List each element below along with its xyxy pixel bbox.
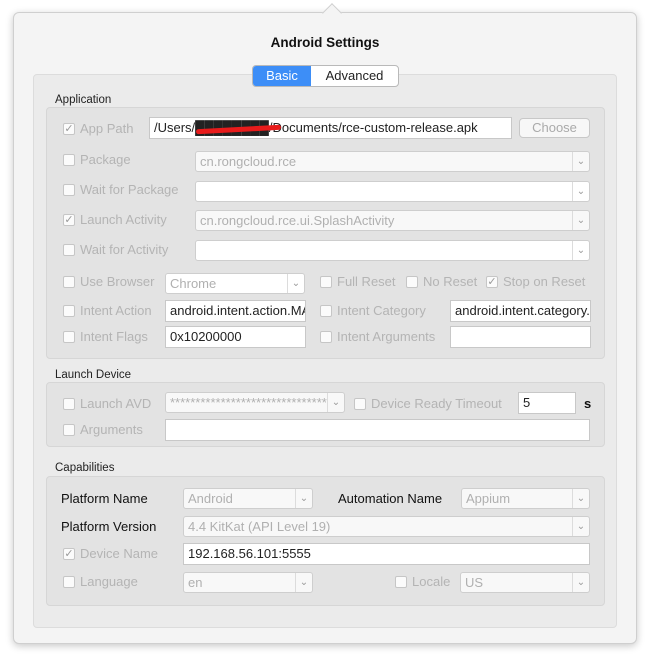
launch-activity-combo[interactable]: cn.rongcloud.rce.ui.SplashActivity ⌄ (195, 210, 590, 231)
wait-for-activity-combo[interactable]: ⌄ (195, 240, 590, 261)
intent-category-checkbox[interactable] (320, 305, 332, 317)
package-combo[interactable]: cn.rongcloud.rce ⌄ (195, 151, 590, 172)
platform-name-combo[interactable]: Android ⌄ (183, 488, 313, 509)
app-path-checkbox[interactable]: ✓ (63, 123, 75, 135)
arguments-checkbox[interactable] (63, 424, 75, 436)
intent-arguments-label: Intent Arguments (337, 329, 436, 344)
intent-flags-label: Intent Flags (80, 329, 148, 344)
device-ready-timeout-field[interactable]: 5 (518, 392, 576, 414)
automation-name-value: Appium (466, 491, 511, 506)
section-capabilities-label: Capabilities (55, 462, 115, 474)
chevron-down-icon: ⌄ (295, 573, 312, 592)
locale-label: Locale (412, 574, 451, 589)
popover-arrow (322, 3, 342, 23)
full-reset-checkbox[interactable] (320, 276, 332, 288)
intent-arguments-checkbox[interactable] (320, 331, 332, 343)
intent-flags-field[interactable]: 0x10200000 (165, 326, 306, 348)
intent-flags-checkbox[interactable] (63, 331, 75, 343)
platform-version-label: Platform Version (61, 519, 157, 534)
launch-avd-label: Launch AVD (80, 396, 152, 411)
stop-on-reset-checkbox[interactable]: ✓ (486, 276, 498, 288)
chevron-down-icon: ⌄ (572, 517, 589, 536)
app-path-label: App Path (80, 121, 134, 136)
use-browser-combo[interactable]: Chrome ⌄ (165, 273, 305, 294)
choose-button[interactable]: Choose (519, 118, 590, 138)
wait-for-package-checkbox[interactable] (63, 184, 75, 196)
android-settings-popover: Android Settings Basic Advanced Applicat… (13, 3, 637, 644)
automation-name-label: Automation Name (338, 491, 443, 506)
platform-name-value: Android (188, 491, 233, 506)
section-launch-device-label: Launch Device (55, 369, 132, 381)
language-value: en (188, 575, 203, 590)
no-reset-label: No Reset (423, 274, 478, 289)
device-name-label: Device Name (80, 546, 159, 561)
launch-activity-label: Launch Activity (80, 212, 167, 227)
arguments-field[interactable] (165, 419, 590, 441)
language-checkbox[interactable] (63, 576, 75, 588)
no-reset-checkbox[interactable] (406, 276, 418, 288)
chevron-down-icon: ⌄ (327, 393, 344, 412)
device-ready-timeout-label: Device Ready Timeout (371, 396, 502, 411)
timeout-unit-label: s (584, 396, 592, 411)
tab-advanced[interactable]: Advanced (311, 66, 398, 86)
locale-value: US (465, 575, 484, 590)
tab-bar: Basic Advanced (252, 65, 399, 87)
stop-on-reset-label: Stop on Reset (503, 274, 586, 289)
use-browser-checkbox[interactable] (63, 276, 75, 288)
platform-name-label: Platform Name (61, 491, 148, 506)
locale-checkbox[interactable] (395, 576, 407, 588)
chevron-down-icon: ⌄ (572, 573, 589, 592)
chevron-down-icon: ⌄ (572, 152, 589, 171)
automation-name-combo[interactable]: Appium ⌄ (461, 488, 590, 509)
chevron-down-icon: ⌄ (572, 241, 589, 260)
wait-for-package-combo[interactable]: ⌄ (195, 181, 590, 202)
device-ready-timeout-checkbox[interactable] (354, 398, 366, 410)
language-combo[interactable]: en ⌄ (183, 572, 313, 593)
platform-version-value: 4.4 KitKat (API Level 19) (188, 519, 331, 534)
tab-basic[interactable]: Basic (253, 66, 311, 86)
launch-activity-value: cn.rongcloud.rce.ui.SplashActivity (200, 213, 395, 228)
intent-action-field[interactable]: android.intent.action.MAIN (165, 300, 306, 322)
launch-avd-checkbox[interactable] (63, 398, 75, 410)
launch-avd-value: ******************************* (170, 395, 327, 410)
package-label: Package (80, 152, 131, 167)
chevron-down-icon: ⌄ (287, 274, 304, 293)
use-browser-label: Use Browser (80, 274, 155, 289)
intent-action-checkbox[interactable] (63, 305, 75, 317)
package-checkbox[interactable] (63, 154, 75, 166)
chevron-down-icon: ⌄ (295, 489, 312, 508)
use-browser-value: Chrome (170, 276, 217, 291)
launch-avd-combo[interactable]: ******************************* ⌄ (165, 392, 345, 413)
arguments-label: Arguments (80, 422, 143, 437)
language-label: Language (80, 574, 138, 589)
platform-version-combo[interactable]: 4.4 KitKat (API Level 19) ⌄ (183, 516, 590, 537)
wait-for-activity-label: Wait for Activity (80, 242, 169, 257)
device-name-field[interactable]: 192.168.56.101:5555 (183, 543, 590, 565)
package-value: cn.rongcloud.rce (200, 154, 297, 169)
intent-action-label: Intent Action (80, 303, 152, 318)
wait-for-package-label: Wait for Package (80, 182, 179, 197)
window-title: Android Settings (270, 35, 380, 50)
launch-activity-checkbox[interactable]: ✓ (63, 214, 75, 226)
device-name-checkbox[interactable]: ✓ (63, 548, 75, 560)
intent-arguments-field[interactable] (450, 326, 591, 348)
chevron-down-icon: ⌄ (572, 182, 589, 201)
full-reset-label: Full Reset (337, 274, 396, 289)
chevron-down-icon: ⌄ (572, 489, 589, 508)
locale-combo[interactable]: US ⌄ (460, 572, 590, 593)
intent-category-label: Intent Category (337, 303, 426, 318)
wait-for-activity-checkbox[interactable] (63, 244, 75, 256)
settings-panel: Application ✓ App Path /Users/████████/D… (33, 74, 617, 628)
section-application-label: Application (55, 94, 112, 106)
chevron-down-icon: ⌄ (572, 211, 589, 230)
intent-category-field[interactable]: android.intent.category.LAUNCHER (450, 300, 591, 322)
